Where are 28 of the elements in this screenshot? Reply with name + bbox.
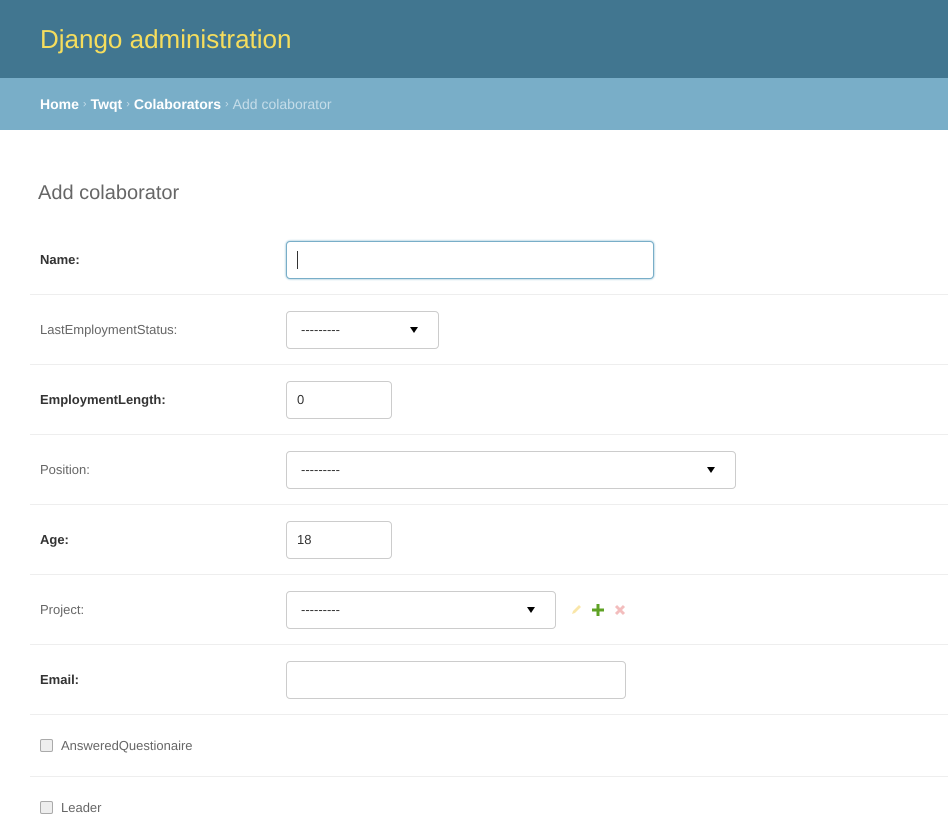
select-dropdown[interactable]: --------- (286, 450, 736, 488)
caret-icon (707, 466, 715, 472)
select-dropdown[interactable]: --------- (286, 590, 556, 628)
field-label: Project: (40, 602, 86, 617)
input-field[interactable]: 18 (286, 520, 392, 558)
input-field[interactable]: 0 (286, 380, 392, 418)
breadcrumb-separator: › (126, 98, 130, 110)
field-label: Position: (40, 462, 91, 477)
field-label: EmploymentLength: (40, 392, 167, 407)
input-field[interactable] (286, 660, 626, 698)
add-icon[interactable] (592, 604, 604, 616)
field-label: Name: (40, 252, 81, 267)
field-label: Email: (40, 672, 80, 687)
checkbox[interactable] (40, 801, 53, 814)
breadcrumb-separator: › (225, 98, 229, 110)
breadcrumb-current: Add colaborator (232, 96, 332, 112)
field-label: LastEmploymentStatus: (40, 322, 178, 337)
caret-icon (527, 606, 535, 612)
page-title: Add colaborator (38, 182, 180, 205)
input-field[interactable] (286, 240, 654, 278)
field-label: Age: (40, 532, 70, 547)
caret-icon (410, 326, 418, 332)
checkbox-label: AnsweredQuestionaire (61, 738, 193, 753)
checkbox-label: Leader (61, 800, 102, 815)
select-dropdown[interactable]: --------- (286, 310, 439, 348)
breadcrumb-separator: › (82, 98, 87, 110)
site-title: Django administration (40, 24, 292, 54)
checkbox[interactable] (40, 739, 53, 752)
